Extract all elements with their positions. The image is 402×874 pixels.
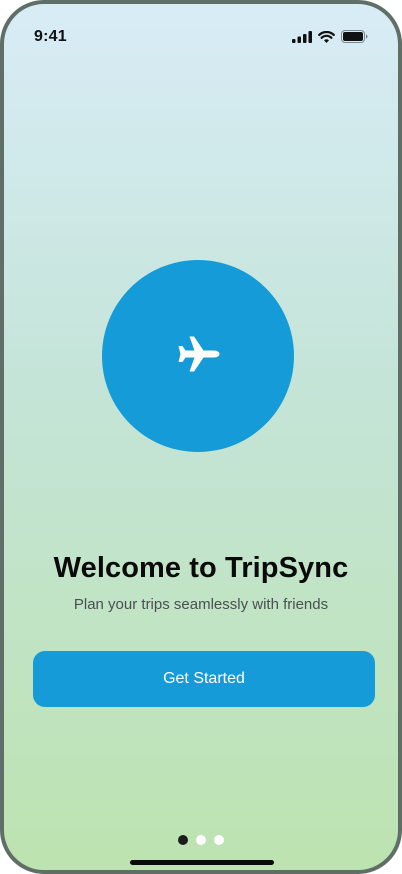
status-icons: [292, 30, 368, 48]
status-bar: 9:41: [4, 4, 398, 58]
cellular-signal-icon: [292, 30, 312, 48]
page-dot[interactable]: [196, 835, 206, 845]
hero-circle: [102, 260, 294, 452]
phone-screen: 9:41 Welcome to TripSync Plan your trips…: [0, 0, 402, 874]
welcome-title: Welcome to TripSync: [53, 552, 349, 584]
status-time: 9:41: [34, 28, 67, 45]
wifi-icon: [318, 30, 335, 48]
home-indicator[interactable]: [130, 860, 274, 865]
page-dot-active[interactable]: [178, 835, 188, 845]
airplane-icon: [176, 334, 220, 379]
welcome-subtitle: Plan your trips seamlessly with friends: [73, 596, 329, 613]
page-dot[interactable]: [214, 835, 224, 845]
page-indicator: [4, 835, 398, 845]
battery-icon: [341, 30, 368, 48]
get-started-button[interactable]: Get Started: [33, 651, 375, 707]
